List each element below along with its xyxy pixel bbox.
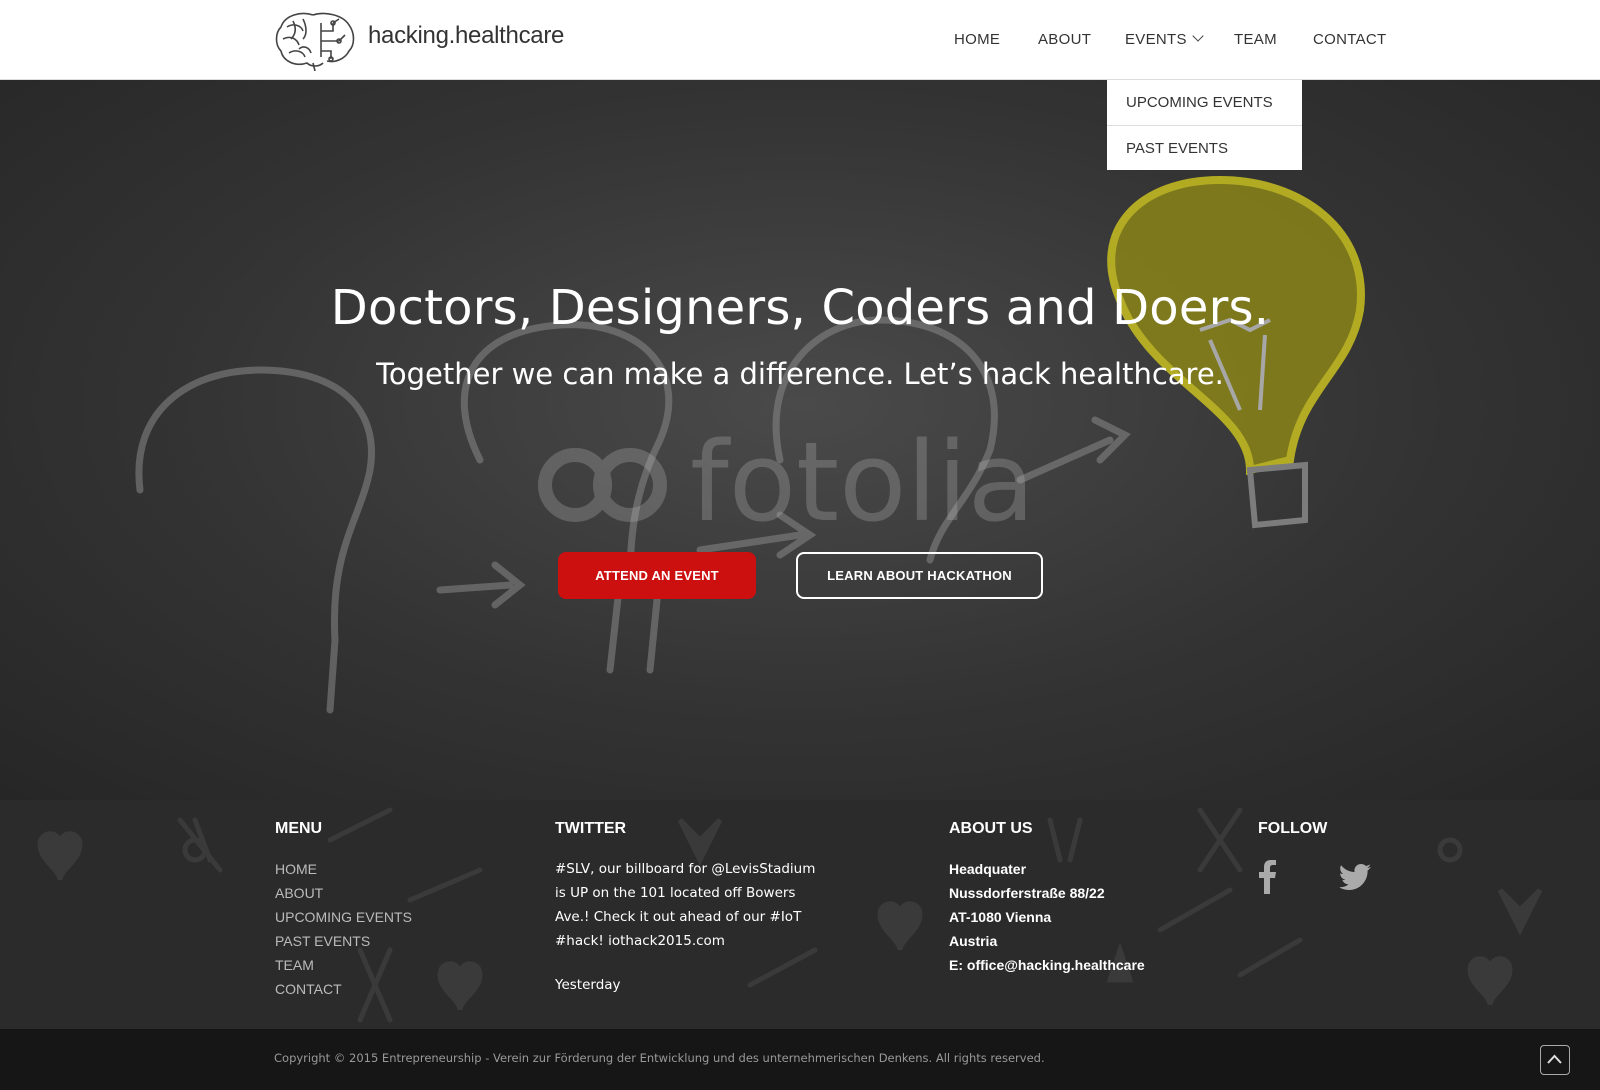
tweet-text[interactable]: #SLV, our billboard for @LevisStadium is… [555, 857, 825, 953]
chalkboard-background: fotolia [135, 175, 1365, 714]
twitter-icon[interactable] [1339, 864, 1371, 890]
events-dropdown: UPCOMING EVENTS PAST EVENTS [1107, 80, 1302, 170]
arrow-drawing [436, 561, 526, 609]
dropdown-past-events[interactable]: PAST EVENTS [1107, 125, 1302, 170]
chevron-down-icon [1192, 30, 1204, 42]
address-country: Austria [949, 933, 998, 949]
hero-title: Doctors, Designers, Coders and Doers. [330, 280, 1270, 336]
nav-team[interactable]: TEAM [1234, 31, 1277, 48]
footer-twitter-column: TWITTER #SLV, our billboard for @LevisSt… [555, 820, 825, 993]
dropdown-upcoming-events[interactable]: UPCOMING EVENTS [1107, 80, 1302, 125]
contact-email[interactable]: E: office@hacking.healthcare [949, 953, 1145, 977]
lightbulb-drawing [1107, 175, 1365, 529]
arrow-drawing-3 [1016, 416, 1131, 484]
footer-link-contact[interactable]: CONTACT [275, 977, 412, 1001]
nav-events-label: EVENTS [1125, 31, 1187, 48]
nav-events[interactable]: EVENTS [1125, 30, 1204, 48]
address-block: Headquater Nussdorferstraße 88/22 AT-108… [949, 857, 1145, 977]
footer-twitter-title: TWITTER [555, 820, 627, 837]
fotolia-watermark: fotolia [538, 418, 1035, 546]
nav-about[interactable]: ABOUT [1038, 31, 1091, 48]
scroll-to-top-button[interactable] [1540, 1045, 1570, 1075]
watermark-text: fotolia [690, 418, 1035, 546]
attend-event-button[interactable]: ATTEND AN EVENT [558, 552, 756, 599]
footer-about-column: ABOUT US Headquater Nussdorferstraße 88/… [949, 820, 1145, 977]
footer-link-home[interactable]: HOME [275, 857, 412, 881]
footer-menu-column: MENU HOME ABOUT UPCOMING EVENTS PAST EVE… [275, 820, 412, 1001]
footer-follow-title: FOLLOW [1258, 820, 1328, 837]
learn-hackathon-button[interactable]: LEARN ABOUT HACKATHON [796, 552, 1043, 599]
hero-subtitle: Together we can make a difference. Let’s… [376, 357, 1224, 391]
footer-link-about[interactable]: ABOUT [275, 881, 412, 905]
footer-menu-title: MENU [275, 820, 323, 837]
footer-link-past-events[interactable]: PAST EVENTS [275, 929, 412, 953]
address-heading: Headquater [949, 861, 1027, 877]
site-header: hacking.healthcare HOME ABOUT EVENTS TEA… [0, 0, 1600, 80]
tweet-time: Yesterday [555, 977, 621, 993]
facebook-icon[interactable] [1258, 860, 1276, 894]
footer-about-title: ABOUT US [949, 820, 1033, 837]
copyright-text: Copyright © 2015 Entrepreneurship - Vere… [274, 1051, 1045, 1065]
main-nav: HOME ABOUT EVENTS TEAM CONTACT [0, 30, 1600, 51]
address-street: Nussdorferstraße 88/22 [949, 885, 1105, 901]
nav-home[interactable]: HOME [954, 31, 1000, 48]
site-footer: MENU HOME ABOUT UPCOMING EVENTS PAST EVE… [0, 800, 1600, 1029]
footer-link-team[interactable]: TEAM [275, 953, 412, 977]
hero-section: fotolia Doctors, Designers, Coders and D… [0, 80, 1600, 800]
footer-menu-list: HOME ABOUT UPCOMING EVENTS PAST EVENTS T… [275, 857, 412, 1001]
footer-follow-column: FOLLOW [1258, 820, 1327, 842]
nav-contact[interactable]: CONTACT [1313, 31, 1386, 48]
chevron-up-icon [1547, 1054, 1562, 1064]
footer-link-upcoming-events[interactable]: UPCOMING EVENTS [275, 905, 412, 929]
question-mark-drawing [135, 366, 375, 714]
address-city: AT-1080 Vienna [949, 909, 1052, 925]
copyright-bar: Copyright © 2015 Entrepreneurship - Vere… [0, 1029, 1600, 1090]
